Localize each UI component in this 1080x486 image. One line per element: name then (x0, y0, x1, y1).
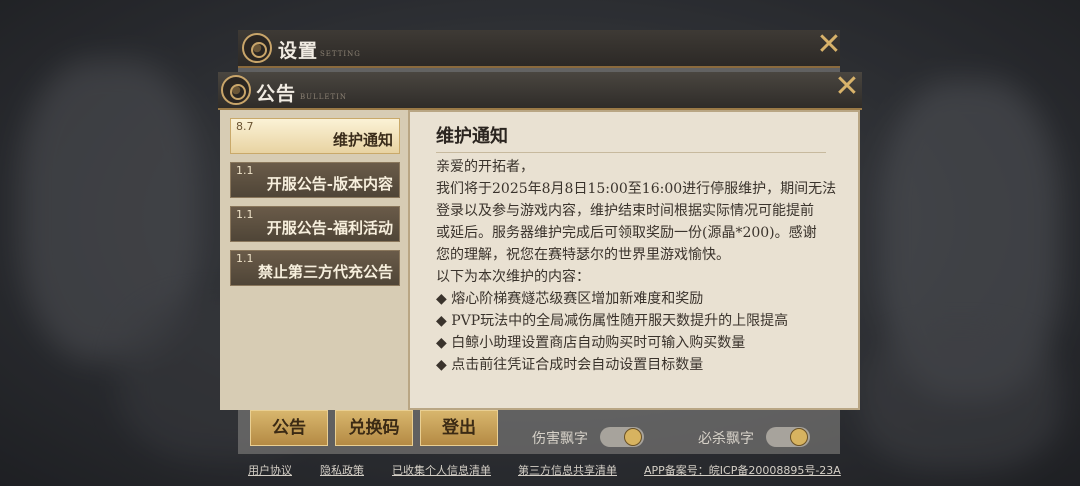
redeem-code-button[interactable]: 兑换码 (335, 410, 413, 446)
privacy-policy-link[interactable]: 隐私政策 (320, 462, 364, 478)
item-title: 开服公告-版本内容 (266, 175, 393, 193)
bulletin-title: 公告 (256, 83, 297, 105)
bulletin-button[interactable]: 公告 (250, 410, 328, 446)
user-agreement-link[interactable]: 用户协议 (248, 462, 292, 478)
emblem-icon (221, 75, 251, 105)
crit-text-label: 必杀飘字 (698, 431, 754, 447)
content-line: ◆ 熔心阶梯赛燧芯级赛区增加新难度和奖励 (436, 291, 704, 307)
bulletin-item-version-content[interactable]: 1.1 开服公告-版本内容 (230, 162, 400, 198)
content-line: ◆ 白鲸小助理设置商店自动购买时可输入购买数量 (436, 335, 746, 351)
icp-record-link[interactable]: APP备案号：皖ICP备20008895号-23A (644, 462, 841, 478)
item-title: 禁止第三方代充公告 (257, 263, 393, 281)
content-title: 维护通知 (436, 122, 826, 153)
emblem-icon (242, 33, 272, 63)
content-line: 我们将于2025年8月8日15:00至16:00进行停服维护，期间无法 (436, 181, 837, 197)
content-line: 或延后。服务器维护完成后可领取奖励一份(源晶*200)。感谢 (436, 225, 817, 241)
content-text: 亲爱的开拓者， 我们将于2025年8月8日15:00至16:00进行停服维护，期… (436, 156, 836, 376)
content-line: 您的理解，祝您在赛特瑟尔的世界里游戏愉快。 (436, 247, 730, 263)
item-date: 1.1 (236, 164, 254, 177)
bulletin-close-icon[interactable]: ✕ (834, 72, 860, 102)
content-line: 亲爱的开拓者， (436, 159, 534, 175)
bulletin-header: 公告 BULLETIN (218, 72, 862, 110)
content-line: 以下为本次维护的内容： (436, 269, 590, 285)
bulletin-item-maintenance[interactable]: 8.7 维护通知 (230, 118, 400, 154)
item-title: 开服公告-福利活动 (266, 219, 393, 237)
damage-text-label: 伤害飘字 (532, 431, 588, 447)
bulletin-item-no-third-party[interactable]: 1.1 禁止第三方代充公告 (230, 250, 400, 286)
item-title: 维护通知 (332, 131, 393, 149)
settings-subtitle: SETTING (320, 50, 361, 58)
content-line: ◆ 点击前往凭证合成时会自动设置目标数量 (436, 357, 704, 373)
item-date: 1.1 (236, 252, 254, 265)
content-line: ◆ PVP玩法中的全局减伤属性随开服天数提升的上限提高 (436, 313, 789, 329)
damage-text-toggle[interactable] (600, 427, 644, 447)
bulletin-subtitle: BULLETIN (300, 93, 348, 101)
settings-close-icon[interactable]: ✕ (816, 30, 842, 60)
logout-button[interactable]: 登出 (420, 410, 498, 446)
toggle-knob (624, 428, 642, 446)
footer-links: 用户协议 隐私政策 已收集个人信息清单 第三方信息共享清单 APP备案号：皖IC… (0, 462, 1080, 478)
crit-text-toggle[interactable] (766, 427, 810, 447)
item-date: 8.7 (236, 120, 254, 133)
third-party-share-link[interactable]: 第三方信息共享清单 (518, 462, 617, 478)
bulletin-list: 8.7 维护通知 1.1 开服公告-版本内容 1.1 开服公告-福利活动 1.1… (220, 110, 410, 410)
content-line: 登录以及参与游戏内容，维护结束时间根据实际情况可能提前 (436, 203, 814, 219)
item-date: 1.1 (236, 208, 254, 221)
toggle-knob (790, 428, 808, 446)
settings-header: 设置 SETTING (238, 30, 840, 68)
bulletin-item-welfare[interactable]: 1.1 开服公告-福利活动 (230, 206, 400, 242)
collected-info-link[interactable]: 已收集个人信息清单 (392, 462, 491, 478)
settings-title: 设置 (278, 40, 319, 62)
